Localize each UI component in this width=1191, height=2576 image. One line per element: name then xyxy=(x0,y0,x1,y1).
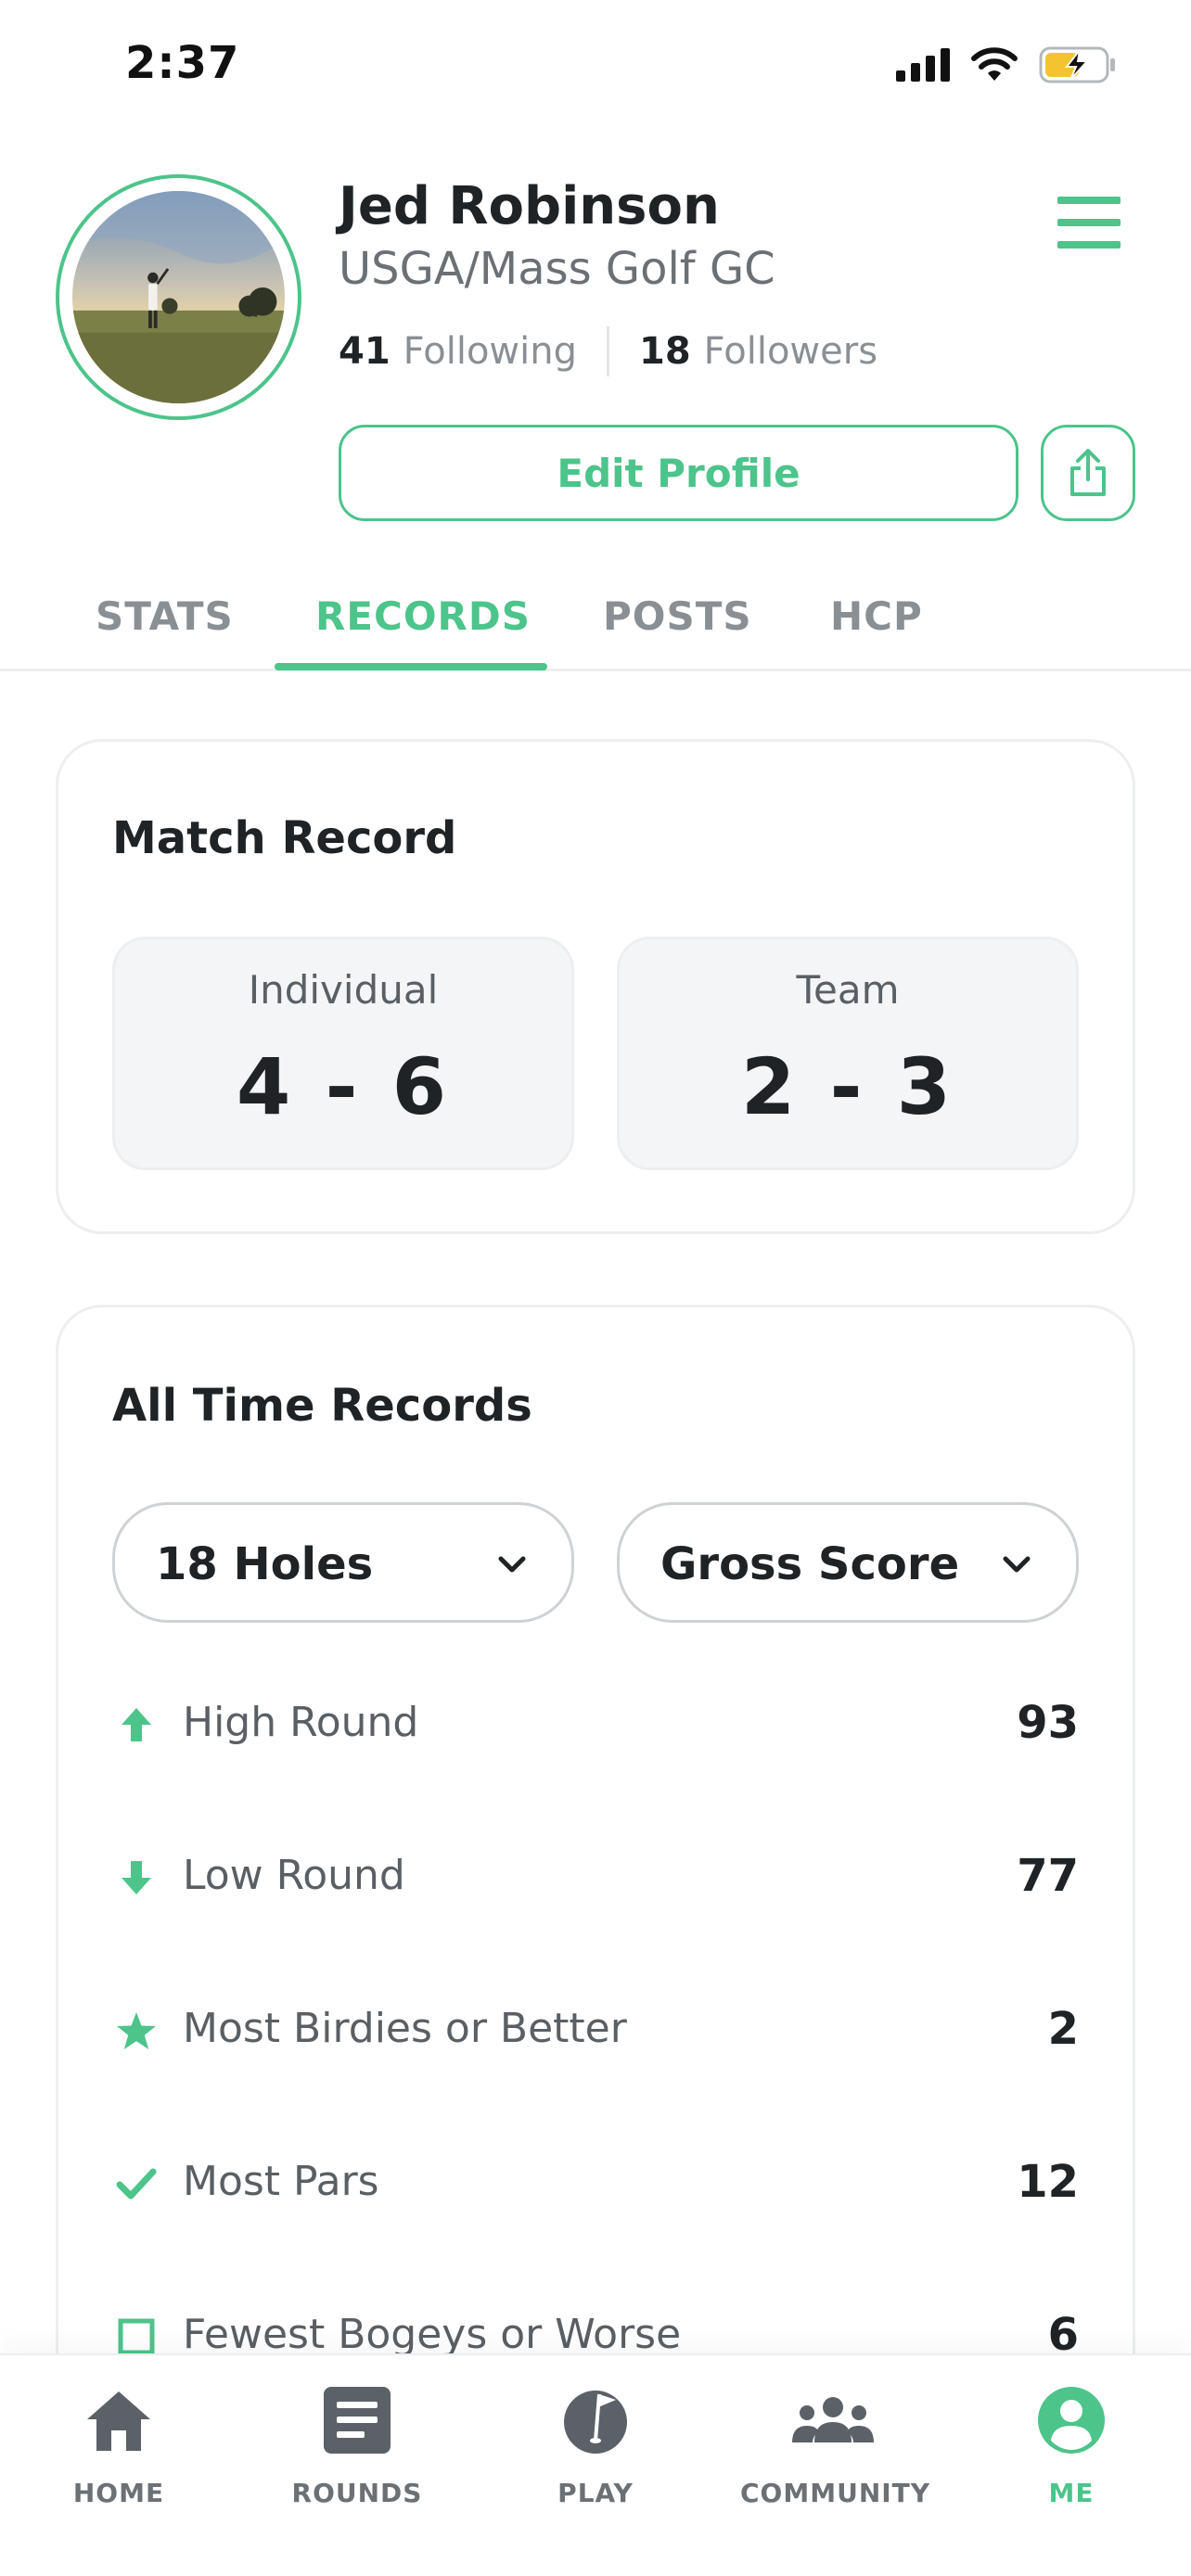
hamburger-menu-icon[interactable] xyxy=(1057,197,1121,249)
nav-home-label: HOME xyxy=(72,2478,165,2508)
individual-record: Individual 4 - 6 xyxy=(112,937,574,1170)
battery-charging-icon xyxy=(1039,46,1115,83)
match-record-card: Match Record Individual 4 - 6 Team 2 - 3 xyxy=(56,739,1135,1234)
chevron-down-icon xyxy=(1003,1556,1031,1573)
tab-stats[interactable]: STATS xyxy=(96,593,234,639)
tab-records[interactable]: RECORDS xyxy=(315,593,531,639)
followers-link[interactable]: 18 Followers xyxy=(639,330,877,373)
following-count: 41 xyxy=(339,330,391,373)
share-button[interactable] xyxy=(1041,425,1135,521)
nav-rounds-label: ROUNDS xyxy=(291,2478,423,2508)
cellular-signal-icon xyxy=(896,48,950,82)
record-label: Most Pars xyxy=(183,2158,379,2205)
avatar[interactable] xyxy=(56,174,301,420)
following-label: Following xyxy=(403,330,577,373)
user-icon xyxy=(979,2374,1164,2467)
team-value: 2 - 3 xyxy=(740,1041,955,1132)
record-label: High Round xyxy=(183,1699,419,1746)
status-icons xyxy=(896,46,1117,83)
record-value: 93 xyxy=(1017,1697,1079,1749)
score-filter-dropdown[interactable]: Gross Score xyxy=(617,1502,1079,1623)
checkmark-icon xyxy=(112,2160,160,2208)
home-icon xyxy=(26,2374,211,2467)
profile-name: Jed Robinson xyxy=(339,176,720,236)
nav-me[interactable]: ME xyxy=(979,2374,1164,2508)
holes-filter-value: 18 Holes xyxy=(156,1538,374,1590)
list-item[interactable]: High Round 93 xyxy=(58,1669,1133,1780)
nav-rounds[interactable]: ROUNDS xyxy=(264,2374,450,2508)
record-value: 77 xyxy=(1017,1850,1079,1902)
team-record: Team 2 - 3 xyxy=(617,937,1079,1170)
active-tab-indicator xyxy=(275,663,547,670)
nav-home[interactable]: HOME xyxy=(26,2374,211,2508)
golf-ball-flag-icon xyxy=(503,2374,688,2467)
avatar-photo xyxy=(72,191,285,403)
star-icon xyxy=(112,2007,160,2055)
individual-value: 4 - 6 xyxy=(236,1041,451,1132)
list-item[interactable]: Most Pars 12 xyxy=(58,2128,1133,2239)
record-label: Most Birdies or Better xyxy=(183,2005,627,2052)
record-value: 12 xyxy=(1017,2156,1079,2208)
individual-label: Individual xyxy=(248,967,439,1013)
chevron-down-icon xyxy=(498,1556,526,1573)
list-item[interactable]: Most Birdies or Better 2 xyxy=(58,1975,1133,2086)
record-label: Low Round xyxy=(183,1852,405,1899)
holes-filter-dropdown[interactable]: 18 Holes xyxy=(112,1502,574,1623)
match-record-title: Match Record xyxy=(112,812,457,864)
community-icon xyxy=(740,2374,926,2467)
status-time: 2:37 xyxy=(125,37,240,89)
follow-stats: 41 Following 18 Followers xyxy=(339,326,877,376)
nav-play-label: PLAY xyxy=(557,2478,634,2508)
all-time-records-card: All Time Records 18 Holes Gross Score Hi… xyxy=(56,1305,1135,2399)
nav-me-label: ME xyxy=(1048,2478,1095,2508)
nav-community-label: COMMUNITY xyxy=(740,2478,931,2508)
list-item[interactable]: Low Round 77 xyxy=(58,1822,1133,1933)
tab-posts[interactable]: POSTS xyxy=(603,593,752,639)
edit-profile-button[interactable]: Edit Profile xyxy=(339,425,1018,521)
following-link[interactable]: 41 Following xyxy=(339,330,577,373)
tab-hcp[interactable]: HCP xyxy=(830,593,923,639)
scorecard-icon xyxy=(264,2374,450,2467)
nav-play[interactable]: PLAY xyxy=(503,2374,688,2508)
profile-tabs: STATS RECORDS POSTS HCP xyxy=(0,567,1191,671)
team-label: Team xyxy=(796,967,900,1013)
score-filter-value: Gross Score xyxy=(660,1538,960,1590)
nav-community[interactable]: COMMUNITY xyxy=(740,2374,931,2508)
profile-club: USGA/Mass Golf GC xyxy=(339,243,775,295)
arrow-down-icon xyxy=(112,1854,160,1902)
status-bar: 2:37 xyxy=(0,0,1191,130)
wifi-icon xyxy=(971,47,1018,81)
record-label: Fewest Bogeys or Worse xyxy=(183,2311,682,2358)
followers-count: 18 xyxy=(639,330,691,373)
all-time-records-title: All Time Records xyxy=(112,1380,532,1432)
follow-divider xyxy=(607,326,609,376)
bottom-navigation: HOME ROUNDS PLAY COMMUNITY ME xyxy=(0,2353,1191,2576)
arrow-up-icon xyxy=(112,1701,160,1749)
followers-label: Followers xyxy=(703,330,878,373)
record-value: 2 xyxy=(1047,2003,1079,2055)
share-icon xyxy=(1070,449,1106,496)
